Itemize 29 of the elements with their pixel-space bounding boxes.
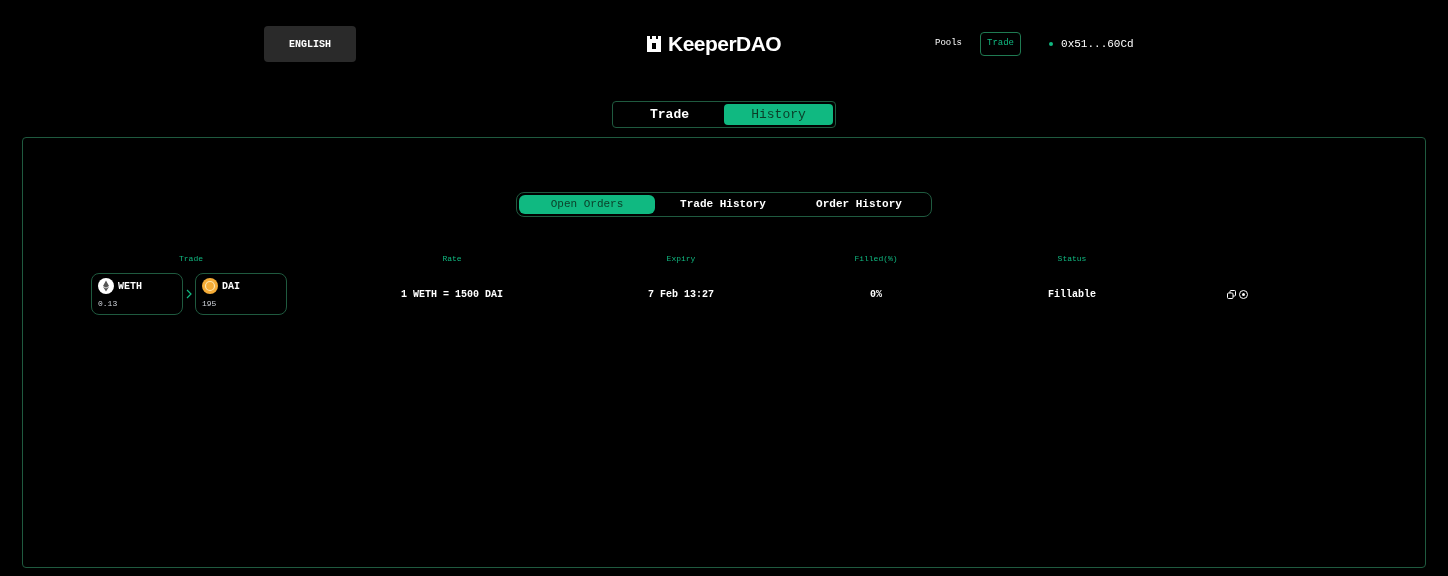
table-cell-text: 1 WETH = 1500 DAI xyxy=(401,287,503,302)
ethereum-coin-icon xyxy=(98,278,114,294)
logo-text: KeeperDAO xyxy=(668,31,782,58)
language-button[interactable]: ENGLISH xyxy=(264,26,356,62)
tab[interactable]: Trade xyxy=(615,104,724,125)
table-cell-text: 0% xyxy=(870,287,882,302)
wallet-address[interactable]: 0x51...60Cd xyxy=(1061,35,1134,53)
tab[interactable]: Open Orders xyxy=(519,195,655,214)
nav-link[interactable]: Trade xyxy=(980,32,1022,56)
tab[interactable]: Order History xyxy=(791,195,927,214)
column-header: Trade xyxy=(179,253,203,265)
token-amount: 0.13 xyxy=(98,298,119,310)
column-header: Status xyxy=(1057,253,1087,265)
token-amount: 195 xyxy=(202,298,218,310)
table-cell-text: 7 Feb 13:27 xyxy=(648,287,714,302)
tab[interactable]: History xyxy=(724,104,833,125)
castle-logo-icon xyxy=(646,35,662,53)
table-cell-text: Fillable xyxy=(1048,287,1096,302)
column-header: Rate xyxy=(442,253,462,265)
column-header: Filled(%) xyxy=(854,253,898,265)
column-header: Expiry xyxy=(666,253,696,265)
chevron-right-icon xyxy=(185,289,193,299)
nav-link[interactable]: Pools xyxy=(929,33,968,55)
token-symbol: WETH xyxy=(118,279,142,294)
tab[interactable]: Trade History xyxy=(655,195,791,214)
coin-icon xyxy=(202,278,218,294)
token-symbol: DAI xyxy=(222,279,240,294)
copy-icon[interactable] xyxy=(1226,289,1236,299)
cancel-circle-icon[interactable] xyxy=(1238,289,1248,299)
